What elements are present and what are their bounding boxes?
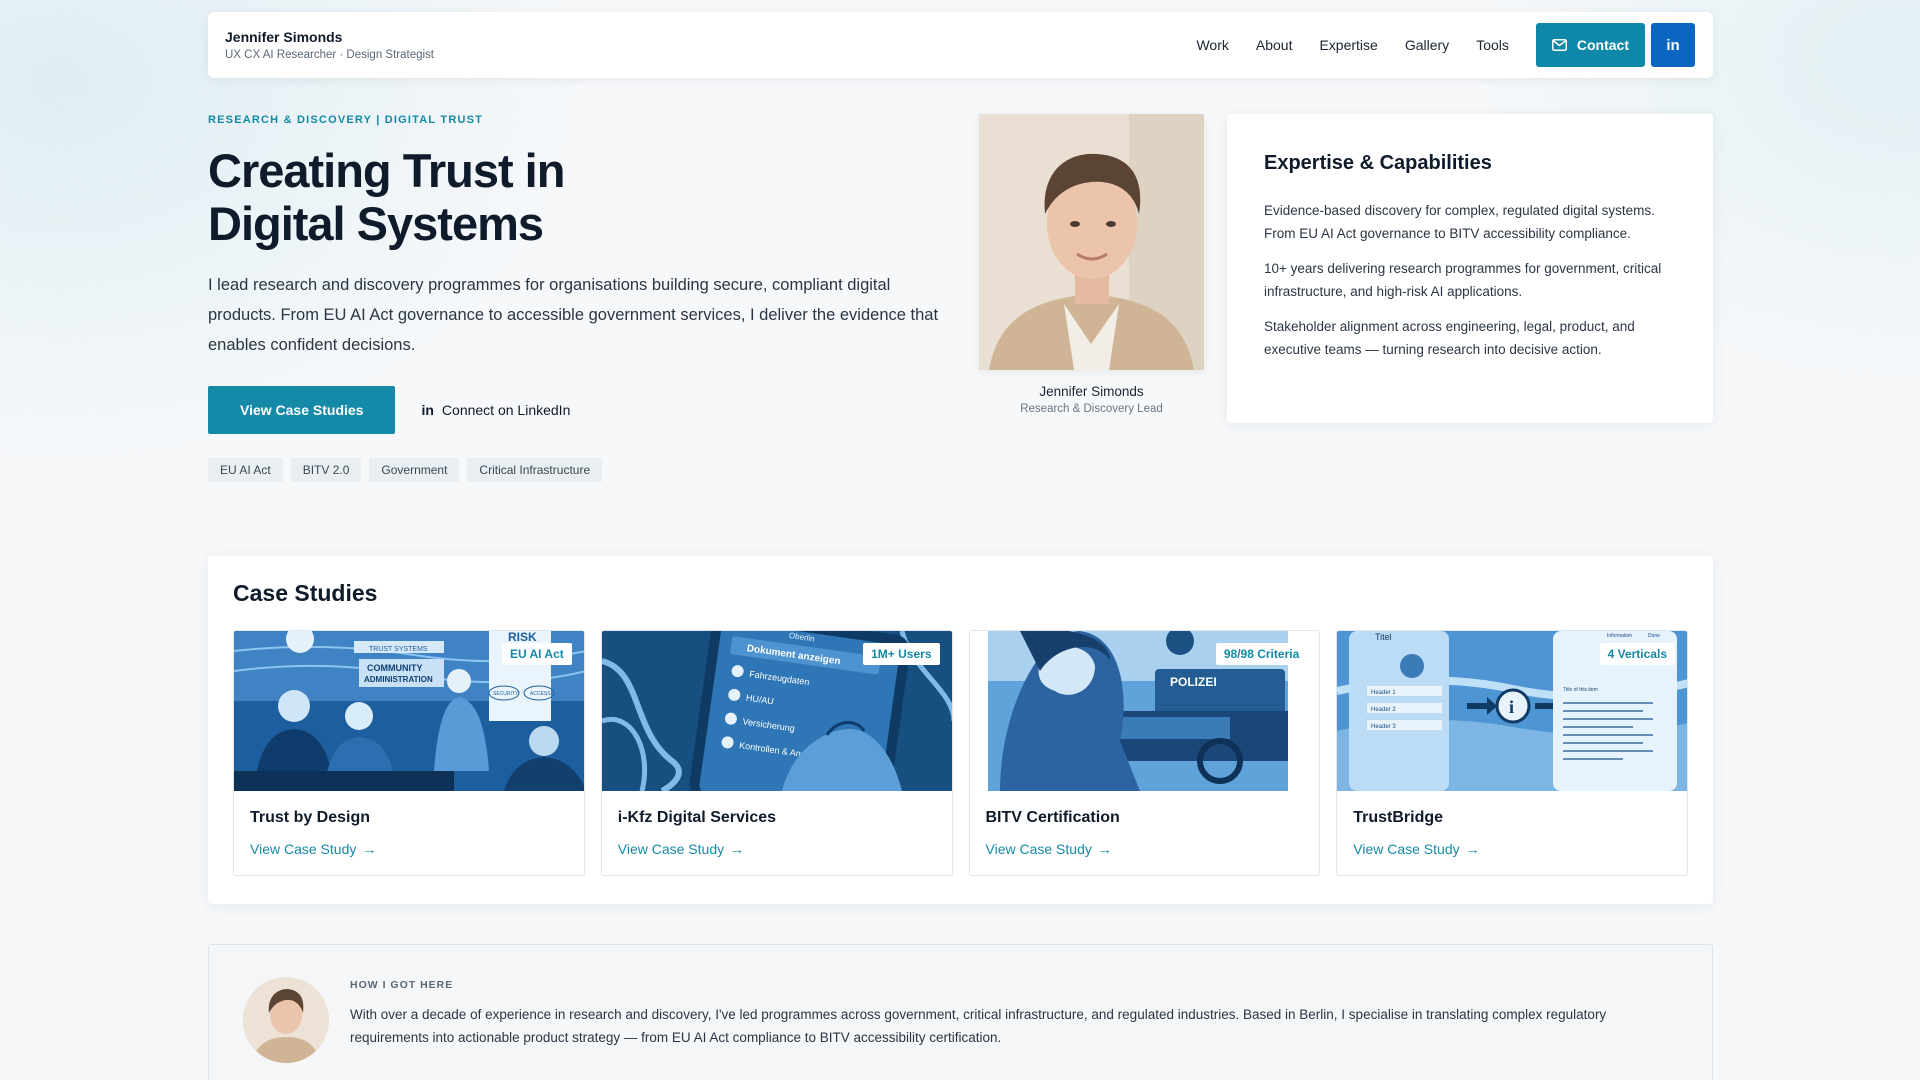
case-image-ikfz: Oberlin Dokument anzeigen Fahrzeugdaten … [601,631,952,791]
nav-tools[interactable]: Tools [1476,37,1509,53]
case-badge: 1M+ Users [863,643,940,665]
portrait-card: Jennifer Simonds Research & Discovery Le… [979,114,1204,415]
case-card-trustbridge[interactable]: Titel Header 1 Header 2 Header 3 i Infor… [1336,630,1688,876]
title-line-1: Creating Trust in [208,144,565,197]
case-card-bitv[interactable]: POLIZEI 98/98 Criteria BITV Certificatio… [968,630,1321,876]
view-case-study-link[interactable]: View Case Study → [1353,841,1687,857]
image-text: COMMUNITY [367,663,423,673]
title-line-2: Digital Systems [208,197,544,250]
connect-linkedin-link[interactable]: in Connect on LinkedIn [421,402,570,418]
view-case-studies-button[interactable]: View Case Studies [208,386,396,434]
about-label: HOW I GOT HERE [350,979,454,991]
view-case-study-link[interactable]: View Case Study → [618,841,952,857]
image-text: Header 3 [1371,724,1396,730]
linkedin-icon: in [1666,36,1680,54]
expertise-paragraph: 10+ years delivering research programmes… [1264,261,1662,299]
page-title: Creating Trust in Digital Systems [208,144,948,250]
arrow-right-icon: → [1465,841,1480,857]
linkedin-icon: in [421,402,434,418]
image-text: Header 2 [1371,707,1396,713]
image-text: Information [1607,633,1632,639]
expertise-card: Expertise & Capabilities Evidence-based … [1227,114,1713,423]
case-badge: 4 Verticals [1599,643,1675,665]
arrow-right-icon: → [362,841,377,857]
arrow-right-icon: → [1097,841,1112,857]
nav-about[interactable]: About [1256,37,1293,53]
brand[interactable]: Jennifer Simonds UX CX AI Researcher · D… [225,29,434,61]
image-text: POLIZEI [1170,675,1217,689]
image-text: TRUST SYSTEMS [369,646,428,653]
hero-body: I lead research and discovery programmes… [208,276,939,354]
case-title: TrustBridge [1353,809,1444,826]
image-text: Done [1648,633,1660,639]
linkedin-button[interactable]: in [1651,23,1695,67]
case-card-list: TRUST SYSTEMS COMMUNITY ADMINISTRATION R… [233,630,1688,876]
portrait-role: Research & Discovery Lead [1020,403,1163,415]
about-body: With over a decade of experience in rese… [350,1007,1607,1045]
brand-subtitle: UX CX AI Researcher · Design Strategist [225,49,434,61]
about-text: HOW I GOT HERE With over a decade of exp… [350,977,1630,1080]
image-text: ADMINISTRATION [364,675,433,684]
case-image-trust-by-design: TRUST SYSTEMS COMMUNITY ADMINISTRATION R… [234,631,584,791]
tag: Critical Infrastructure [467,458,603,482]
connect-linkedin-label: Connect on LinkedIn [441,402,571,418]
nav-gallery[interactable]: Gallery [1405,37,1449,53]
contact-button[interactable]: Contact [1535,23,1645,67]
view-case-study-label: View Case Study [985,841,1092,857]
hero: RESEARCH & DISCOVERY | DIGITAL TRUST Cre… [208,114,948,482]
case-badge: EU AI Act [501,643,572,665]
tag: Government [369,458,460,482]
case-badge: 98/98 Criteria [1215,643,1308,665]
case-studies-section: Case Studies TRUST SYSTEMS COMMUNITY ADM… [208,556,1713,904]
expertise-paragraph: Stakeholder alignment across engineering… [1264,319,1635,357]
contact-label: Contact [1576,37,1629,53]
case-title: i-Kfz Digital Services [617,809,777,826]
nav-work[interactable]: Work [1196,37,1228,53]
brand-name: Jennifer Simonds [225,29,343,45]
expertise-paragraph: Evidence-based discovery for complex, re… [1264,203,1655,241]
tag-list: EU AI Act BITV 2.0 Government Critical I… [208,458,948,482]
image-text: Titel [1375,632,1392,642]
top-nav-bar: Jennifer Simonds UX CX AI Researcher · D… [208,12,1713,78]
case-title: Trust by Design [250,809,371,826]
portrait-name: Jennifer Simonds [1039,384,1144,399]
expertise-title: Expertise & Capabilities [1264,152,1492,174]
image-text: Title of this item [1563,687,1598,693]
case-title: BITV Certification [985,809,1120,826]
svg-text:i: i [1509,697,1514,717]
arrow-right-icon: → [730,841,745,857]
nav-expertise[interactable]: Expertise [1319,37,1377,53]
case-card-ikfz[interactable]: Oberlin Dokument anzeigen Fahrzeugdaten … [600,630,953,876]
about-section: HOW I GOT HERE With over a decade of exp… [208,944,1713,1080]
image-text: SECURITY [493,691,519,697]
tag: BITV 2.0 [290,458,362,482]
view-case-study-link[interactable]: View Case Study → [250,841,584,857]
case-studies-title: Case Studies [233,580,378,606]
portrait-photo [979,114,1204,370]
hero-actions: View Case Studies in Connect on LinkedIn [208,386,948,434]
view-case-study-label: View Case Study [1353,841,1460,857]
avatar [243,977,329,1063]
view-case-study-label: View Case Study [617,841,725,857]
case-image-bitv: POLIZEI 98/98 Criteria [969,631,1320,791]
view-case-study-link[interactable]: View Case Study → [986,841,1320,857]
main-nav: Work About Expertise Gallery Tools Conta… [1196,23,1695,67]
view-case-study-label: View Case Study [250,841,357,857]
case-card-trust-by-design[interactable]: TRUST SYSTEMS COMMUNITY ADMINISTRATION R… [233,630,585,876]
image-text: ACCESS [530,691,551,697]
tag: EU AI Act [208,458,283,482]
hero-eyebrow: RESEARCH & DISCOVERY | DIGITAL TRUST [208,114,484,126]
case-image-trustbridge: Titel Header 1 Header 2 Header 3 i Infor… [1337,631,1687,791]
mail-icon [1551,39,1567,51]
image-text: Header 1 [1371,690,1396,696]
